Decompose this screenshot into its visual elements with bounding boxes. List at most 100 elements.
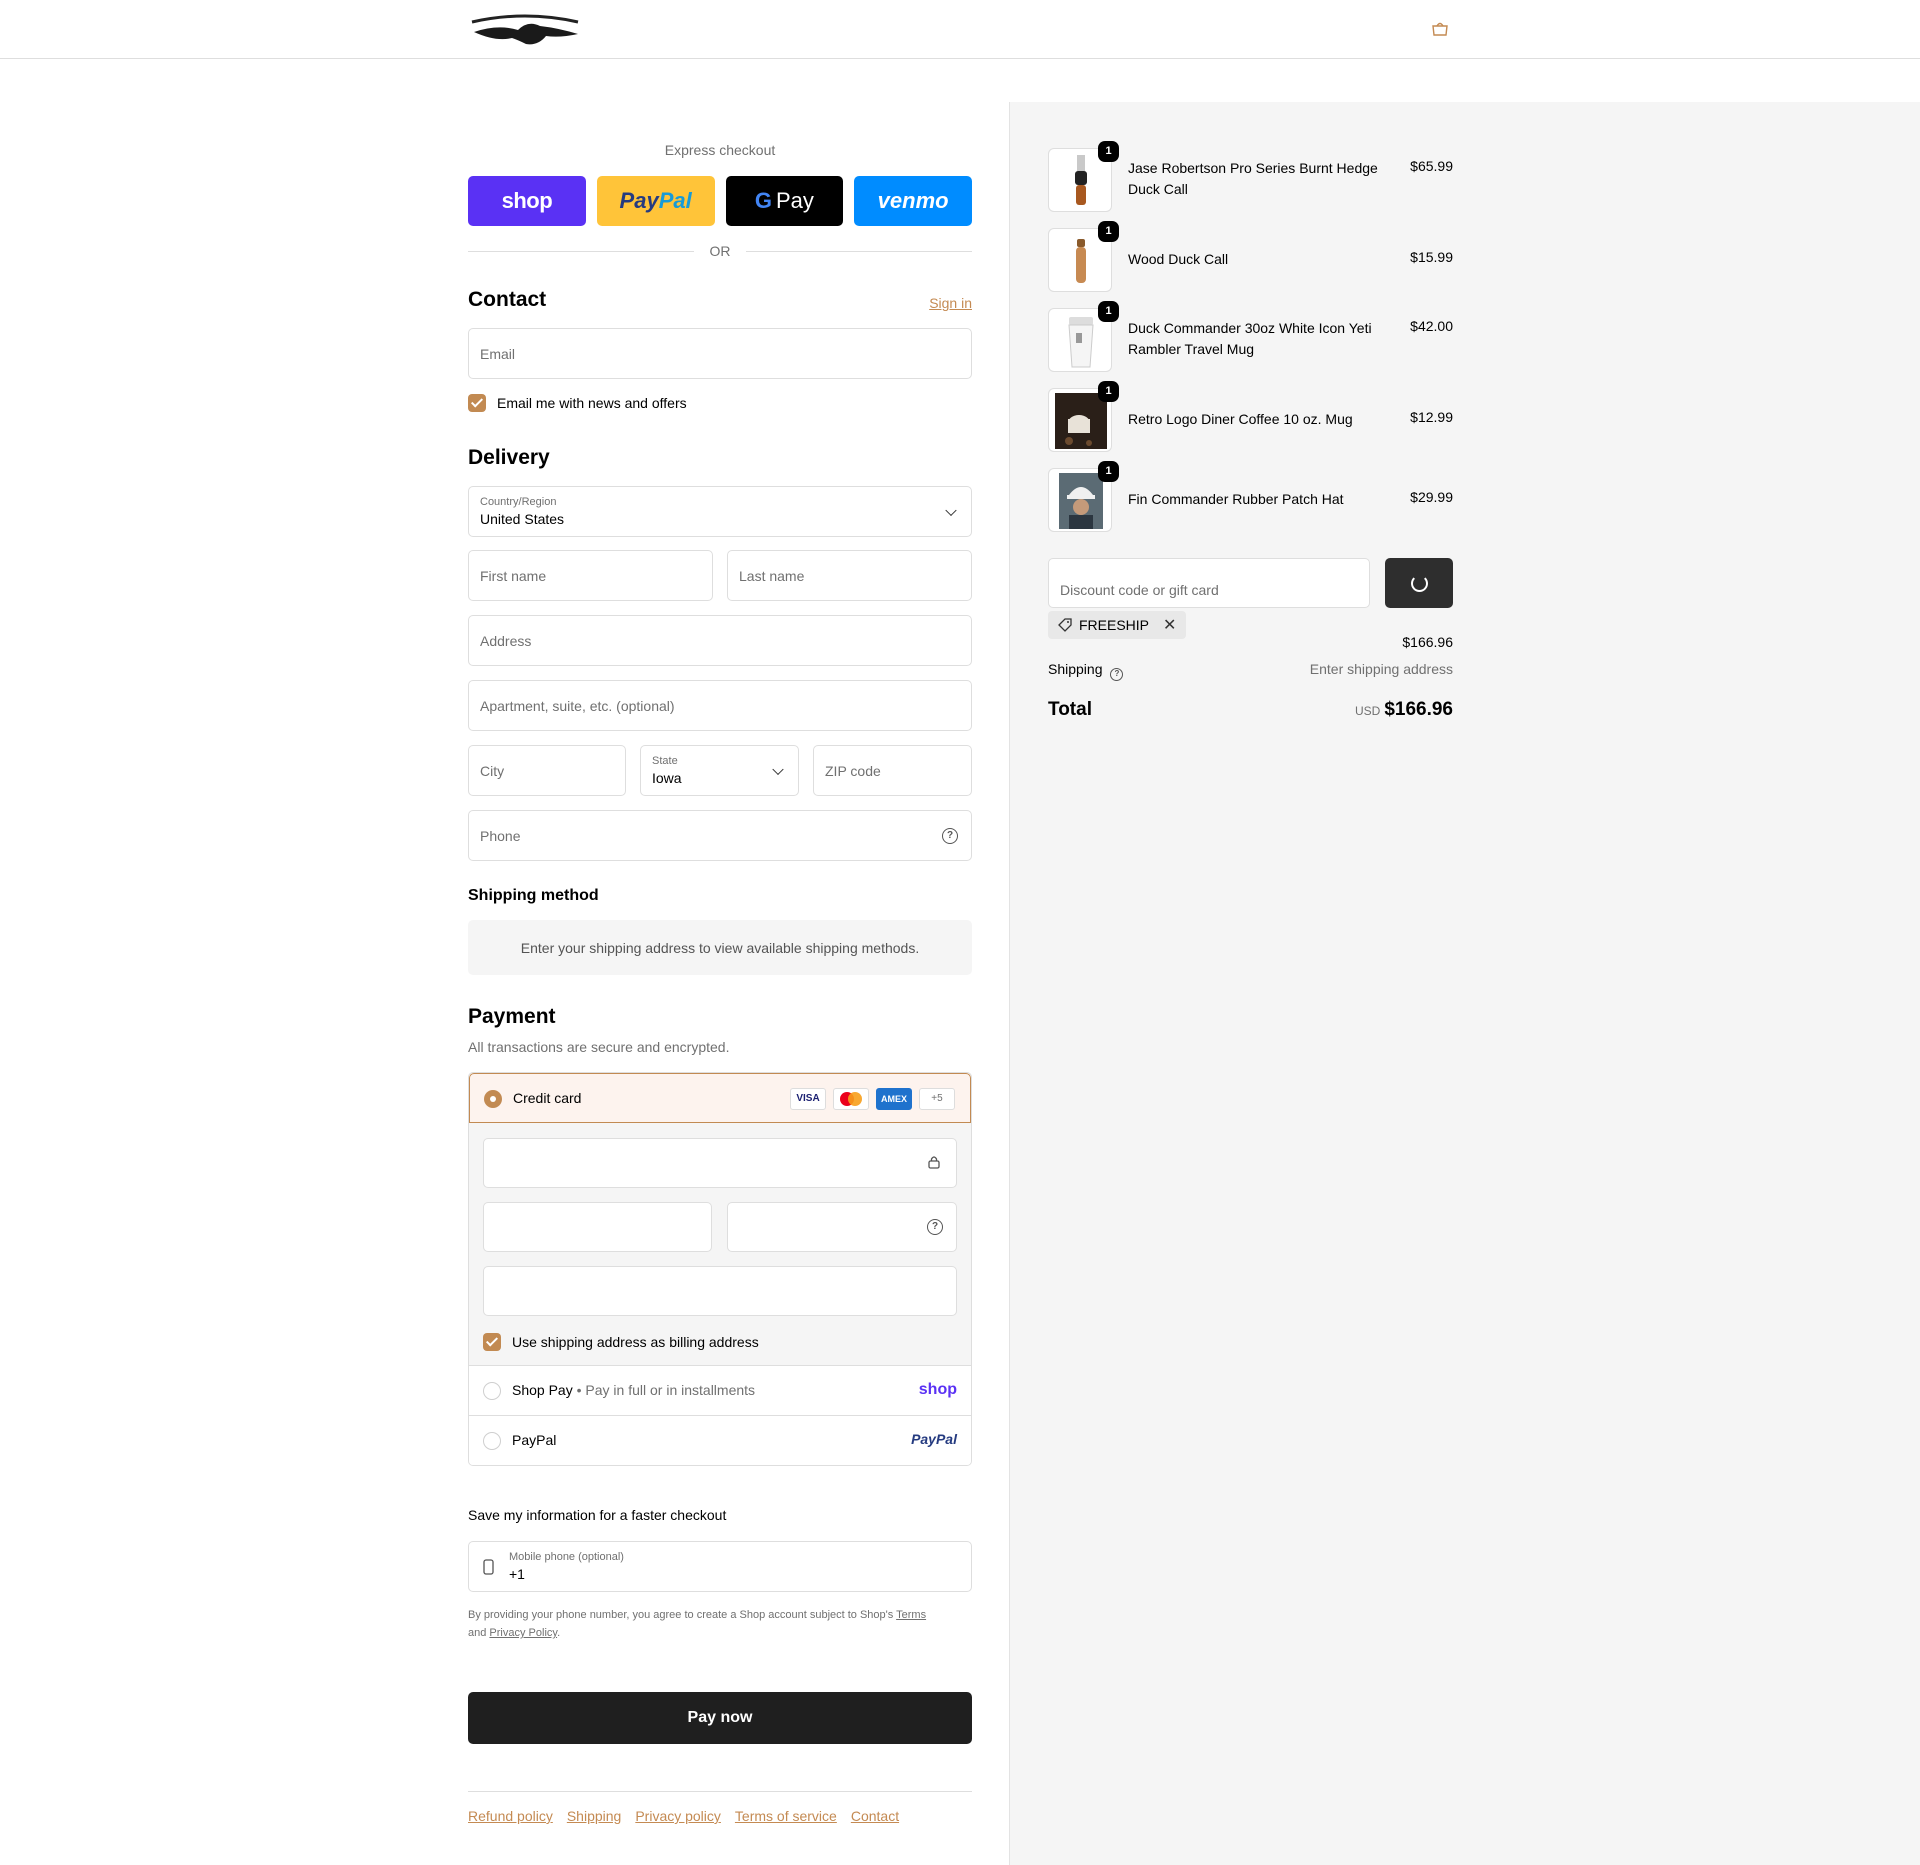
apartment-field[interactable]: Apartment, suite, etc. (optional): [468, 680, 972, 731]
apply-discount-button[interactable]: [1385, 558, 1453, 608]
zip-field[interactable]: ZIP code: [813, 745, 972, 796]
item-name: Retro Logo Diner Coffee 10 oz. Mug: [1128, 411, 1353, 427]
save-info-heading: Save my information for a faster checkou…: [468, 1507, 727, 1523]
item-price: $29.99: [1410, 489, 1453, 505]
lock-icon: [928, 1156, 940, 1169]
venmo-button[interactable]: venmo: [854, 176, 972, 226]
item-name: Wood Duck Call: [1128, 251, 1229, 267]
refund-policy-link[interactable]: Refund policy: [468, 1808, 553, 1824]
header: [0, 0, 1920, 59]
credit-card-option[interactable]: Credit card VISA AMEX +5: [469, 1073, 971, 1123]
google-pay-button[interactable]: G Pay: [725, 176, 844, 226]
loading-spinner-icon: [1411, 575, 1428, 592]
credit-card-radio[interactable]: [484, 1090, 502, 1108]
card-number-field[interactable]: [483, 1138, 957, 1188]
shipping-method-notice: Enter your shipping address to view avai…: [468, 920, 972, 975]
line-item: 1 Retro Logo Diner Coffee 10 oz. Mug $12…: [1048, 381, 1453, 452]
quantity-badge: 1: [1098, 221, 1119, 242]
tag-icon: [1058, 618, 1072, 632]
shipping-value: Enter shipping address: [1309, 661, 1453, 677]
city-field[interactable]: City: [468, 745, 626, 796]
state-select[interactable]: State Iowa: [640, 745, 799, 796]
pay-now-button[interactable]: Pay now: [468, 1692, 972, 1744]
contact-heading: Contact: [468, 288, 547, 311]
duck-commander-logo[interactable]: [468, 12, 582, 48]
shipping-label: Shipping ?: [1048, 661, 1124, 681]
credit-card-label: Credit card: [513, 1090, 582, 1106]
email-field[interactable]: Email: [468, 328, 972, 379]
currency-code: USD: [1354, 704, 1381, 718]
last-name-field[interactable]: Last name: [727, 550, 972, 601]
or-divider: OR: [468, 242, 972, 260]
subtotal-value: $166.96: [1402, 634, 1453, 650]
card-expiry-field[interactable]: [483, 1202, 712, 1252]
privacy-policy-link[interactable]: Privacy Policy: [489, 1627, 557, 1639]
paypal-radio[interactable]: [483, 1432, 501, 1450]
news-checkbox[interactable]: [468, 394, 486, 412]
help-icon[interactable]: ?: [927, 1219, 943, 1235]
shop-pay-button[interactable]: shop: [468, 176, 586, 226]
quantity-badge: 1: [1098, 141, 1119, 162]
paypal-button[interactable]: Pay Pal: [596, 176, 715, 226]
shop-pay-logo: shop: [918, 1381, 957, 1398]
billing-checkbox-label: Use shipping address as billing address: [512, 1334, 759, 1350]
payment-subtitle: All transactions are secure and encrypte…: [468, 1039, 730, 1055]
shipping-method-heading: Shipping method: [468, 887, 599, 904]
line-item: 1 Duck Commander 30oz White Icon Yeti Ra…: [1048, 301, 1453, 372]
phone-field[interactable]: Phone ?: [468, 810, 972, 861]
bag-icon[interactable]: [1430, 21, 1450, 37]
total-value: $166.96: [1384, 699, 1453, 720]
paypal-logo: PayPal: [911, 1431, 957, 1447]
payment-methods: Credit card VISA AMEX +5 ? Use shipping …: [468, 1072, 972, 1466]
quantity-badge: 1: [1098, 301, 1119, 322]
shipping-link[interactable]: Shipping: [567, 1808, 622, 1824]
first-name-field[interactable]: First name: [468, 550, 713, 601]
shop-terms-text: By providing your phone number, you agre…: [468, 1609, 927, 1639]
line-item: 1 Jase Robertson Pro Series Burnt Hedge …: [1048, 141, 1453, 212]
item-name: Duck Commander 30oz White Icon Yeti Ramb…: [1128, 320, 1372, 357]
quantity-badge: 1: [1098, 381, 1119, 402]
discount-tag: FREESHIP ✕: [1048, 611, 1187, 639]
payment-heading: Payment: [468, 1005, 556, 1028]
item-price: $42.00: [1410, 318, 1453, 334]
credit-card-form: ? Use shipping address as billing addres…: [469, 1123, 971, 1365]
contact-link[interactable]: Contact: [851, 1808, 899, 1824]
more-cards-badge: +5: [919, 1088, 955, 1110]
delivery-heading: Delivery: [468, 446, 550, 469]
line-item: 1 Fin Commander Rubber Patch Hat $29.99: [1048, 461, 1453, 532]
country-select[interactable]: Country/Region United States: [468, 486, 972, 537]
google-icon: G: [754, 188, 772, 213]
remove-discount-icon[interactable]: ✕: [1163, 615, 1176, 635]
amex-icon: AMEX: [876, 1088, 912, 1110]
express-buttons: shop Pay Pal G Pay venmo: [468, 176, 972, 226]
footer-divider: [468, 1791, 972, 1792]
line-item: 1 Wood Duck Call $15.99: [1048, 221, 1453, 292]
item-price: $15.99: [1410, 249, 1453, 265]
mobile-phone-field[interactable]: Mobile phone (optional) +1: [468, 1541, 972, 1592]
help-icon[interactable]: ?: [942, 828, 958, 844]
visa-icon: VISA: [790, 1088, 826, 1110]
item-price: $12.99: [1410, 409, 1453, 425]
sign-in-link[interactable]: Sign in: [929, 295, 972, 311]
address-field[interactable]: Address: [468, 615, 972, 666]
terms-link[interactable]: Terms: [896, 1609, 926, 1621]
phone-icon: [483, 1559, 494, 1575]
total-label: Total: [1048, 699, 1092, 720]
card-name-field[interactable]: [483, 1266, 957, 1316]
item-name: Jase Robertson Pro Series Burnt Hedge Du…: [1128, 160, 1378, 197]
billing-checkbox[interactable]: [483, 1333, 501, 1351]
chevron-down-icon: [772, 763, 784, 775]
card-cvc-field[interactable]: ?: [727, 1202, 957, 1252]
total-amount: USD $166.96: [1355, 699, 1453, 721]
terms-of-service-link[interactable]: Terms of service: [735, 1808, 837, 1824]
footer-links: Refund policy Shipping Privacy policy Te…: [468, 1808, 899, 1824]
chevron-down-icon: [945, 504, 957, 516]
paypal-option[interactable]: PayPal PayPal: [469, 1415, 971, 1465]
mastercard-icon: [833, 1088, 869, 1110]
express-checkout-title: Express checkout: [664, 142, 776, 158]
quantity-badge: 1: [1098, 461, 1119, 482]
shop-pay-option[interactable]: Shop Pay • Pay in full or in installment…: [469, 1365, 971, 1415]
discount-code-input[interactable]: Discount code or gift card: [1048, 558, 1370, 608]
privacy-policy-footer-link[interactable]: Privacy policy: [635, 1808, 721, 1824]
shop-pay-radio[interactable]: [483, 1382, 501, 1400]
